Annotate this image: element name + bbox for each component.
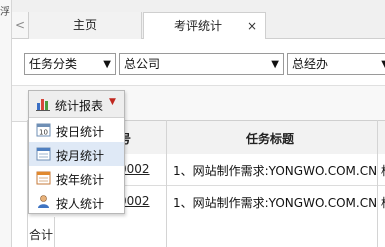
menu-item-label: 按年统计 [56, 173, 105, 187]
tab-home[interactable]: 主页 [29, 12, 142, 39]
filter-bar: 任务分类 ▼ 总公司 ▼ 总经办 ▼ [12, 39, 385, 85]
stats-report-label: 统计报表 [55, 99, 104, 113]
total-label: 合计 [29, 228, 54, 242]
task-title: 1、网站制作需求:YONGWO.COM.CN 析 [173, 164, 385, 178]
column-divider [166, 120, 167, 247]
bar-chart-icon [36, 99, 50, 111]
column-header-title[interactable]: 任务标题 [246, 130, 294, 147]
menu-item-daily-stats[interactable]: 10 按日统计 [29, 118, 124, 142]
column-divider [54, 217, 55, 247]
chevron-down-icon: ▼ [103, 59, 111, 70]
task-title: 1、网站制作需求:YONGWO.COM.CN 析 [173, 196, 385, 210]
tab-evaluation-stats[interactable]: 考评统计 × [143, 12, 266, 40]
department-value: 总经办 [292, 57, 329, 71]
menu-item-person-stats[interactable]: 按人统计 [29, 190, 124, 214]
column-divider [377, 120, 378, 247]
table-footer-row: 合计 [27, 217, 385, 247]
left-panel-glyph: 浮 [0, 7, 10, 18]
person-icon [38, 195, 49, 208]
svg-text:10: 10 [39, 129, 48, 137]
calendar-year-icon [36, 171, 51, 185]
tab-evaluation-stats-label: 考评统计 [174, 19, 223, 33]
calendar-day-icon: 10 [36, 123, 51, 137]
tab-bar: < 主页 考评统计 × [12, 0, 385, 40]
tab-home-label: 主页 [72, 18, 97, 32]
menu-item-label: 按月统计 [56, 149, 105, 163]
stats-report-menu: 统计报表 ▼ 10 按日统计 按月统计 按年统计 按人统计 [28, 90, 125, 214]
menu-item-monthly-stats[interactable]: 按月统计 [29, 142, 124, 166]
company-value: 总公司 [124, 57, 161, 71]
chevron-down-icon: ▼ [381, 55, 385, 75]
calendar-month-icon [36, 147, 51, 161]
company-select[interactable]: 总公司 ▼ [119, 53, 284, 75]
close-icon[interactable]: × [247, 13, 257, 40]
left-panel-edge: 浮 [0, 0, 12, 247]
stats-report-button[interactable]: 统计报表 ▼ [29, 91, 124, 118]
task-category-value: 任务分类 [29, 57, 78, 71]
menu-item-label: 按日统计 [56, 125, 105, 139]
task-category-select[interactable]: 任务分类 ▼ [24, 53, 116, 75]
menu-item-yearly-stats[interactable]: 按年统计 [29, 166, 124, 190]
tab-scroll-left-button[interactable]: < [12, 12, 29, 38]
department-select[interactable]: 总经办 ▼ [287, 53, 385, 75]
caret-down-icon: ▼ [109, 97, 116, 107]
menu-item-label: 按人统计 [56, 197, 105, 211]
chevron-down-icon: ▼ [271, 59, 279, 70]
